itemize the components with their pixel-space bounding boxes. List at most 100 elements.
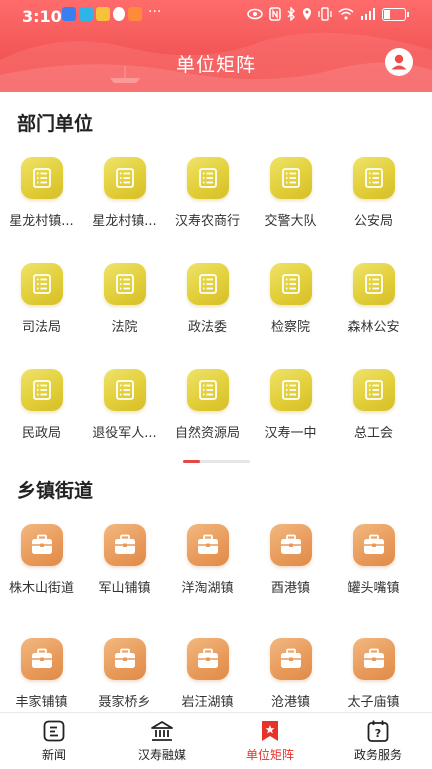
department-item-tile xyxy=(20,369,63,411)
department-item-label: 公安局 xyxy=(353,214,393,229)
tab-label: 新闻 xyxy=(41,748,66,762)
department-item-tile xyxy=(352,369,395,411)
briefcase-icon xyxy=(31,648,52,668)
department-item-label: 总工会 xyxy=(353,426,393,441)
location-icon xyxy=(303,8,311,20)
department-item-label: 森林公安 xyxy=(347,320,400,335)
list-icon xyxy=(364,274,383,294)
department-item-label: 司法局 xyxy=(21,320,61,335)
penguin-icon xyxy=(113,7,125,21)
briefcase-icon xyxy=(31,534,52,554)
app-notification-icon xyxy=(62,7,76,21)
department-item-tile xyxy=(20,263,63,305)
town-item-tile xyxy=(186,638,229,680)
unit-matrix-content: 部门单位 星龙村镇... 星龙村镇... 汉寿农商行 交警大队 公安局司法局 法院 政法委 检… xyxy=(0,92,432,712)
app-notification-icon xyxy=(96,7,110,21)
page-indicator-active xyxy=(183,460,200,463)
department-item-tile xyxy=(352,157,395,199)
eye-icon xyxy=(247,8,263,20)
calendar-question-icon: ? xyxy=(367,720,389,742)
town-item-label: 洋淘湖镇 xyxy=(181,581,234,596)
list-icon xyxy=(198,380,217,400)
department-item-label: 汉寿农商行 xyxy=(174,214,240,229)
town-item-tile xyxy=(352,524,395,566)
town-item[interactable]: 酉港镇 xyxy=(249,524,332,596)
department-item-label: 汉寿一中 xyxy=(264,426,317,441)
tab-news[interactable]: 新闻 xyxy=(0,713,108,769)
briefcase-icon xyxy=(280,534,301,554)
town-item[interactable]: 罐头嘴镇 xyxy=(332,524,415,596)
building-icon xyxy=(151,721,173,741)
tab-unit-matrix[interactable]: 单位矩阵 xyxy=(216,713,324,769)
department-item[interactable]: 总工会 xyxy=(332,369,415,441)
ribbon-star-icon xyxy=(262,721,278,741)
tab-label: 政务服务 xyxy=(353,748,402,762)
section-title-towns: 乡镇街道 xyxy=(17,480,94,502)
town-item[interactable]: 丰家铺镇 xyxy=(0,638,83,710)
department-item[interactable]: 司法局 xyxy=(0,263,83,335)
department-item[interactable]: 森林公安 xyxy=(332,263,415,335)
department-item[interactable]: 交警大队 xyxy=(249,157,332,229)
list-icon xyxy=(198,168,217,188)
profile-button[interactable] xyxy=(385,48,413,76)
department-item[interactable]: 汉寿一中 xyxy=(249,369,332,441)
department-item[interactable]: 民政局 xyxy=(0,369,83,441)
town-item[interactable]: 太子庙镇 xyxy=(332,638,415,710)
town-item-label: 聂家桥乡 xyxy=(98,695,151,710)
section-title-departments: 部门单位 xyxy=(17,113,94,135)
department-item-tile xyxy=(186,263,229,305)
department-item[interactable]: 公安局 xyxy=(332,157,415,229)
signal-icon xyxy=(361,8,375,20)
page-title: 单位矩阵 xyxy=(175,54,256,76)
department-item[interactable]: 检察院 xyxy=(249,263,332,335)
vibrate-icon xyxy=(318,7,332,21)
status-bar: 3:10 ··· xyxy=(0,0,432,30)
bluetooth-icon xyxy=(287,7,295,21)
department-item-label: 星龙村镇... xyxy=(92,214,157,229)
more-notifications-indicator: ··· xyxy=(148,4,162,20)
town-item-label: 酉港镇 xyxy=(270,581,310,596)
app-notification-icon xyxy=(128,7,142,21)
news-icon xyxy=(43,720,65,742)
town-item[interactable]: 军山铺镇 xyxy=(83,524,166,596)
department-item-tile xyxy=(186,157,229,199)
briefcase-icon xyxy=(114,648,135,668)
svg-text:?: ? xyxy=(375,727,381,740)
list-icon xyxy=(32,274,51,294)
notification-icons xyxy=(62,7,142,21)
town-item-tile xyxy=(20,638,63,680)
department-item[interactable]: 自然资源局 xyxy=(166,369,249,441)
department-item[interactable]: 退役军人... xyxy=(83,369,166,441)
briefcase-icon xyxy=(363,648,384,668)
department-item-tile xyxy=(103,157,146,199)
department-item-tile xyxy=(269,157,312,199)
list-icon xyxy=(115,380,134,400)
user-icon xyxy=(391,54,407,70)
town-item-tile xyxy=(269,638,312,680)
department-item[interactable]: 星龙村镇... xyxy=(0,157,83,229)
town-item-tile xyxy=(352,638,395,680)
town-item[interactable]: 株木山街道 xyxy=(0,524,83,596)
town-item-label: 太子庙镇 xyxy=(347,695,400,710)
town-item-tile xyxy=(103,638,146,680)
town-item[interactable]: 沧港镇 xyxy=(249,638,332,710)
town-item-tile xyxy=(269,524,312,566)
list-icon xyxy=(281,168,300,188)
department-item-tile xyxy=(186,369,229,411)
list-icon xyxy=(115,168,134,188)
tab-government-services[interactable]: ? 政务服务 xyxy=(324,713,432,769)
town-item-label: 沧港镇 xyxy=(270,695,310,710)
tab-label: 汉寿融媒 xyxy=(137,748,186,762)
list-icon xyxy=(32,168,51,188)
department-item-tile xyxy=(103,263,146,305)
department-item[interactable]: 汉寿农商行 xyxy=(166,157,249,229)
town-item[interactable]: 洋淘湖镇 xyxy=(166,524,249,596)
department-item[interactable]: 星龙村镇... xyxy=(83,157,166,229)
town-item[interactable]: 岩汪湖镇 xyxy=(166,638,249,710)
list-icon xyxy=(198,274,217,294)
town-item[interactable]: 聂家桥乡 xyxy=(83,638,166,710)
department-item-label: 自然资源局 xyxy=(174,426,240,441)
department-item[interactable]: 政法委 xyxy=(166,263,249,335)
tab-hanshou-media[interactable]: 汉寿融媒 xyxy=(108,713,216,769)
department-item[interactable]: 法院 xyxy=(83,263,166,335)
